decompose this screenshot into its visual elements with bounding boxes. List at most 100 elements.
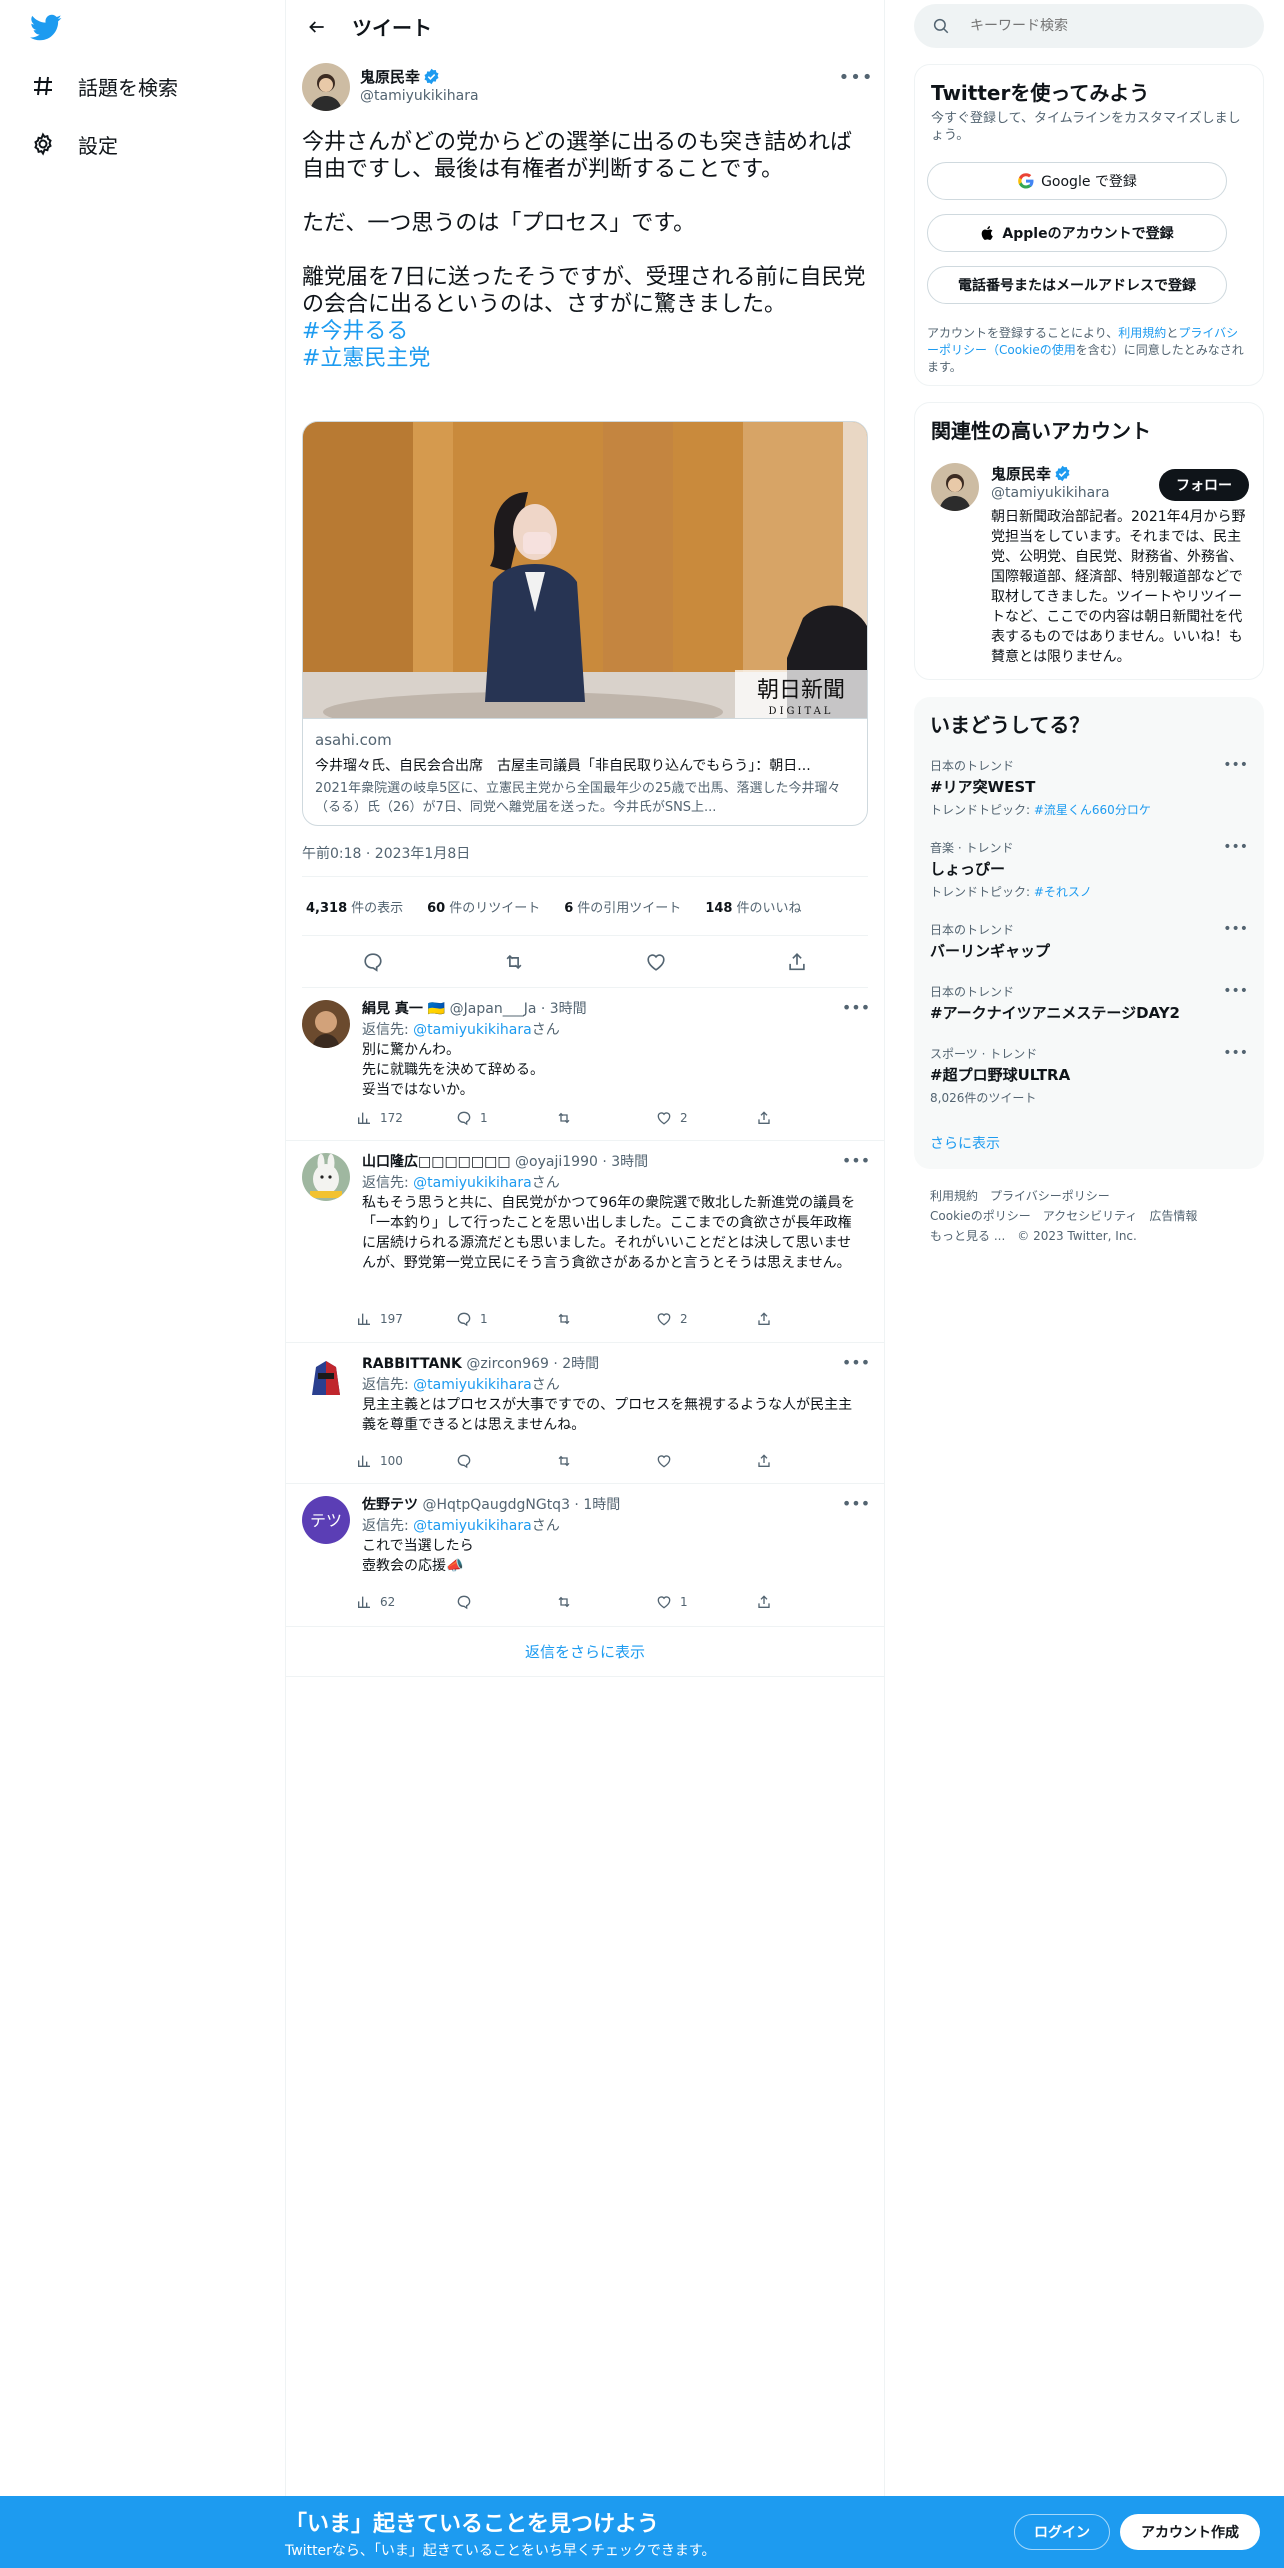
reply-author-handle[interactable]: @Japan___Ja · 3時間 xyxy=(450,1001,587,1017)
stat-retweets[interactable]: 60 件のリツイート xyxy=(427,897,540,916)
share-button[interactable] xyxy=(756,1110,856,1126)
reply-to-link[interactable]: @tamiyukikihara xyxy=(413,1377,532,1393)
trend-topic-link[interactable]: #流星くん660分ロケ xyxy=(1034,803,1151,817)
footer-link[interactable]: アクセシビリティ xyxy=(1043,1209,1138,1223)
avatar[interactable] xyxy=(931,463,979,511)
reply-button[interactable]: 1 xyxy=(456,1110,556,1126)
views-button[interactable]: 62 xyxy=(356,1594,456,1610)
avatar[interactable]: テツ xyxy=(302,1496,350,1544)
like-button[interactable]: 2 xyxy=(656,1110,756,1126)
related-account-handle[interactable]: @tamiyukikihara xyxy=(991,485,1110,501)
avatar[interactable] xyxy=(302,1355,350,1403)
reply-to-link[interactable]: @tamiyukikihara xyxy=(413,1022,532,1038)
reply-author-name[interactable]: 絹見 真一 🇺🇦 xyxy=(362,1001,445,1017)
more-options-icon[interactable]: ••• xyxy=(1223,839,1248,855)
search-input[interactable] xyxy=(970,18,1250,34)
hashtag-link[interactable]: #立憲民主党 xyxy=(302,345,868,372)
link-card[interactable]: 朝日新聞 DIGITAL asahi.com 今井瑠々氏、自民会合出席 古屋圭司… xyxy=(302,421,868,826)
trend-item[interactable]: 音楽 · トレンド しょっぴー トレンドトピック: #それスノ ••• xyxy=(930,839,1248,900)
reply-button[interactable] xyxy=(456,1594,556,1610)
author-handle[interactable]: @tamiyukikihara xyxy=(360,88,479,104)
apple-signup-button[interactable]: Appleのアカウントで登録 xyxy=(927,214,1227,252)
reply-author-handle[interactable]: @zircon969 · 2時間 xyxy=(466,1356,599,1372)
retweet-button[interactable] xyxy=(556,1110,656,1126)
like-button[interactable]: 1 xyxy=(656,1594,756,1610)
share-button[interactable] xyxy=(756,1594,856,1610)
google-signup-button[interactable]: Google で登録 xyxy=(927,162,1227,200)
footer-link[interactable]: プライバシーポリシー xyxy=(990,1189,1110,1203)
reply-button[interactable] xyxy=(456,1453,556,1469)
more-options-icon[interactable]: ••• xyxy=(1223,757,1248,773)
trend-item[interactable]: 日本のトレンド バーリンギャップ ••• xyxy=(930,921,1248,961)
more-options-icon[interactable]: ••• xyxy=(1223,921,1248,937)
footer-link[interactable]: Cookieのポリシー xyxy=(930,1209,1031,1223)
search-bar[interactable] xyxy=(914,4,1264,48)
twitter-bird-icon[interactable] xyxy=(30,14,66,44)
share-icon[interactable] xyxy=(779,944,815,980)
back-arrow-icon[interactable] xyxy=(300,10,334,44)
reply-button[interactable]: 1 xyxy=(456,1311,556,1327)
reply-tweet[interactable]: テツ 佐野テツ @HqtpQaugdgNGtq3 · 1時間 ••• 返信先: … xyxy=(286,1484,884,1627)
more-options-icon[interactable]: ••• xyxy=(842,1151,870,1170)
stat-likes[interactable]: 148 件のいいね xyxy=(705,897,801,916)
reply-icon[interactable] xyxy=(355,944,391,980)
more-options-icon[interactable]: ••• xyxy=(842,1494,870,1513)
reply-author-name[interactable]: 山口隆広□□□□□□□ xyxy=(362,1154,511,1170)
reply-tweet[interactable]: RABBITTANK @zircon969 · 2時間 ••• 返信先: @ta… xyxy=(286,1343,884,1484)
retweet-button[interactable] xyxy=(556,1594,656,1610)
related-account-name[interactable]: 鬼原民幸 xyxy=(991,463,1071,484)
hashtag-link[interactable]: #今井るる xyxy=(302,318,868,345)
trend-item[interactable]: スポーツ · トレンド #超プロ野球ULTRA 8,026件のツイート ••• xyxy=(930,1045,1248,1106)
trends-show-more-link[interactable]: さらに表示 xyxy=(930,1133,1000,1153)
phone-email-signup-button[interactable]: 電話番号またはメールアドレスで登録 xyxy=(927,266,1227,304)
views-button[interactable]: 100 xyxy=(356,1453,456,1469)
author-name[interactable]: 鬼原民幸 xyxy=(360,66,440,87)
more-options-icon[interactable]: ••• xyxy=(842,1353,870,1372)
like-button[interactable]: 2 xyxy=(656,1311,756,1327)
reply-author-handle[interactable]: @oyaji1990 · 3時間 xyxy=(515,1154,648,1170)
more-options-icon[interactable]: ••• xyxy=(839,67,873,88)
trend-item[interactable]: 日本のトレンド #リア突WEST トレンドトピック: #流星くん660分ロケ •… xyxy=(930,757,1248,818)
share-button[interactable] xyxy=(756,1311,856,1327)
show-more-replies-link[interactable]: 返信をさらに表示 xyxy=(286,1627,884,1677)
trend-item[interactable]: 日本のトレンド #アークナイツアニメステージDAY2 ••• xyxy=(930,983,1248,1023)
reply-tweet[interactable]: 絹見 真一 🇺🇦 @Japan___Ja · 3時間 ••• 返信先: @tam… xyxy=(286,988,884,1141)
nav-explore[interactable]: 話題を検索 xyxy=(30,66,178,106)
login-button[interactable]: ログイン xyxy=(1014,2514,1110,2550)
stat-quotes[interactable]: 6 件の引用ツイート xyxy=(564,897,681,916)
tweet-text: 今井さんがどの党からどの選挙に出るのも突き詰めれば自由ですし、最後は有権者が判断… xyxy=(302,130,866,317)
create-account-button[interactable]: アカウント作成 xyxy=(1120,2514,1260,2550)
retweet-icon[interactable] xyxy=(496,944,532,980)
reply-to-link[interactable]: @tamiyukikihara xyxy=(413,1175,532,1191)
footer-link[interactable]: 広告情報 xyxy=(1149,1209,1197,1223)
tweet-timestamp[interactable]: 午前0:18 · 2023年1月8日 xyxy=(302,843,470,863)
more-options-icon[interactable]: ••• xyxy=(1223,983,1248,999)
card-body: asahi.com 今井瑠々氏、自民会合出席 古屋圭司議員「非自民取り込んでもら… xyxy=(303,718,867,825)
terms-link[interactable]: 利用規約 xyxy=(1118,326,1166,340)
footer-link[interactable]: もっと見る ... xyxy=(930,1229,1005,1243)
more-options-icon[interactable]: ••• xyxy=(1223,1045,1248,1061)
views-button[interactable]: 197 xyxy=(356,1311,456,1327)
nav-settings[interactable]: 設定 xyxy=(30,124,118,164)
reply-text: これで当選したら 壺教会の応援📣 xyxy=(362,1538,474,1574)
follow-button[interactable]: フォロー xyxy=(1159,469,1249,501)
trend-topic-link[interactable]: #それスノ xyxy=(1034,885,1092,899)
retweet-button[interactable] xyxy=(556,1311,656,1327)
avatar[interactable] xyxy=(302,1000,350,1048)
footer-link[interactable]: 利用規約 xyxy=(930,1189,978,1203)
reply-author-name[interactable]: RABBITTANK xyxy=(362,1356,462,1372)
more-options-icon[interactable]: ••• xyxy=(842,998,870,1017)
like-button[interactable] xyxy=(656,1453,756,1469)
share-button[interactable] xyxy=(756,1453,856,1469)
share-icon xyxy=(758,1595,770,1608)
reply-to-link[interactable]: @tamiyukikihara xyxy=(413,1518,532,1534)
reply-author-name[interactable]: 佐野テツ xyxy=(362,1497,418,1513)
retweet-button[interactable] xyxy=(556,1453,656,1469)
reply-author-handle[interactable]: @HqtpQaugdgNGtq3 · 1時間 xyxy=(422,1497,620,1513)
avatar[interactable] xyxy=(302,63,350,111)
like-icon[interactable] xyxy=(638,944,674,980)
views-icon xyxy=(358,1455,370,1467)
views-button[interactable]: 172 xyxy=(356,1110,456,1126)
avatar[interactable] xyxy=(302,1153,350,1201)
reply-tweet[interactable]: 山口隆広□□□□□□□ @oyaji1990 · 3時間 ••• 返信先: @t… xyxy=(286,1141,884,1343)
